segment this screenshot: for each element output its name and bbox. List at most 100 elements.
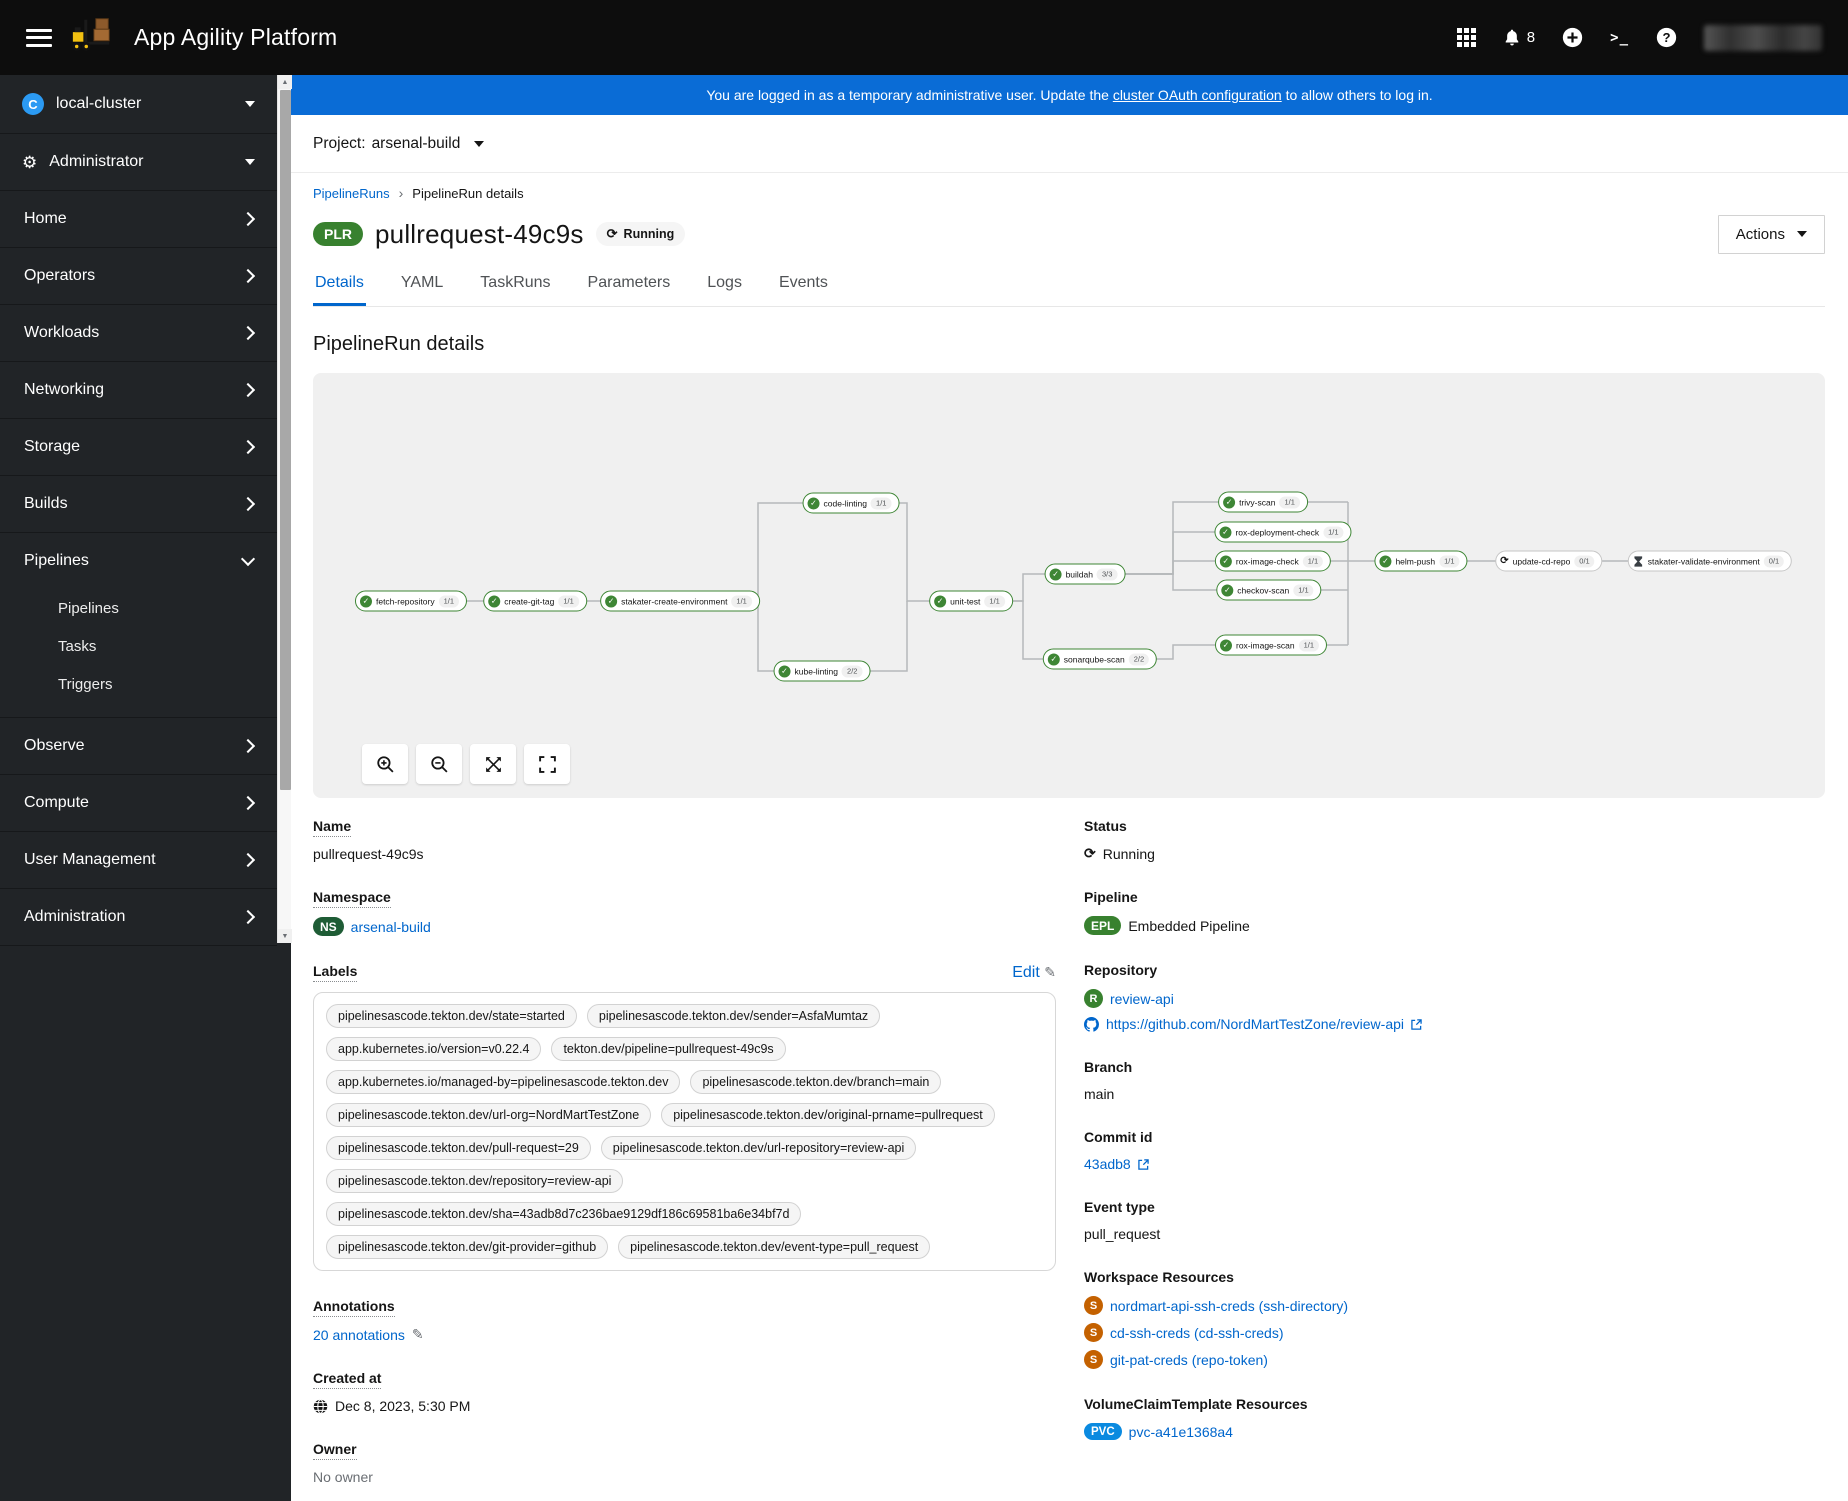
web-terminal-icon[interactable]: >_ — [1610, 30, 1629, 46]
oauth-config-link[interactable]: cluster OAuth configuration — [1113, 87, 1282, 103]
sidebar-item-compute[interactable]: Compute — [0, 775, 277, 831]
gear-icon: ⚙ — [22, 152, 38, 172]
check-circle-icon: ✓ — [1047, 653, 1060, 665]
zoom-out-button[interactable] — [416, 744, 462, 784]
quick-create-plus-icon[interactable] — [1562, 27, 1583, 48]
namespace-link[interactable]: arsenal-build — [351, 919, 431, 935]
pipeline-node-rox-deployment-check[interactable]: ✓ rox-deployment-check 1/1 — [1214, 521, 1352, 543]
tab-parameters[interactable]: Parameters — [586, 272, 673, 306]
pipeline-node-stakater-create-environment[interactable]: ✓ stakater-create-environment 1/1 — [600, 590, 760, 612]
pipeline-node-create-git-tag[interactable]: ✓ create-git-tag 1/1 — [483, 590, 587, 612]
tab-events[interactable]: Events — [777, 272, 830, 306]
fit-to-screen-button[interactable] — [470, 744, 516, 784]
task-name: sonarqube-scan — [1063, 654, 1125, 664]
sidebar-item-builds[interactable]: Builds — [0, 476, 277, 532]
scroll-up-icon[interactable]: ▲ — [278, 75, 292, 89]
label-chip: pipelinesascode.tekton.dev/repository=re… — [326, 1169, 624, 1193]
sidebar-item-home[interactable]: Home — [0, 191, 277, 247]
task-step-count: 1/1 — [558, 595, 579, 607]
task-step-count: 1/1 — [438, 595, 460, 607]
repository-url-link[interactable]: https://github.com/NordMartTestZone/revi… — [1106, 1016, 1404, 1032]
pipeline-node-checkov-scan[interactable]: ✓ checkov-scan 1/1 — [1216, 579, 1322, 601]
label-chip: pipelinesascode.tekton.dev/url-org=NordM… — [326, 1103, 652, 1127]
workspace-resource-link[interactable]: git-pat-creds (repo-token) — [1110, 1352, 1268, 1368]
pipeline-node-rox-image-scan[interactable]: ✓ rox-image-scan 1/1 — [1214, 634, 1328, 656]
secret-badge: S — [1084, 1323, 1103, 1342]
chevron-down-icon — [474, 140, 485, 147]
task-step-count: 1/1 — [1323, 526, 1344, 538]
workspace-resource-link[interactable]: nordmart-api-ssh-creds (ssh-directory) — [1110, 1298, 1348, 1314]
pipeline-node-code-linting[interactable]: ✓ code-linting 1/1 — [802, 492, 900, 514]
sidebar-item-observe[interactable]: Observe — [0, 718, 277, 774]
hamburger-menu-icon[interactable] — [26, 28, 52, 47]
sidebar-subitem-pipelines[interactable]: Pipelines — [0, 589, 277, 627]
perspective-switcher[interactable]: ⚙ Administrator — [0, 134, 277, 191]
pipeline-node-helm-push[interactable]: ✓ helm-push 1/1 — [1374, 550, 1468, 572]
pipeline-node-kube-linting[interactable]: ✓ kube-linting 2/2 — [773, 660, 871, 682]
tab-yaml[interactable]: YAML — [399, 272, 445, 306]
user-menu[interactable] — [1704, 24, 1822, 51]
task-step-count: 2/2 — [1128, 653, 1150, 665]
pipeline-node-stakater-validate-environment[interactable]: stakater-validate-environment 0/1 — [1627, 550, 1793, 572]
reset-view-button[interactable] — [524, 744, 570, 784]
sidebar-item-workloads[interactable]: Workloads — [0, 305, 277, 361]
sidebar-item-user-management[interactable]: User Management — [0, 832, 277, 888]
actions-dropdown-button[interactable]: Actions — [1717, 214, 1825, 254]
sidebar-subitem-triggers[interactable]: Triggers — [0, 665, 277, 703]
tab-details[interactable]: Details — [313, 272, 366, 306]
workspace-resource-link[interactable]: cd-ssh-creds (cd-ssh-creds) — [1110, 1325, 1283, 1341]
chevron-right-icon — [240, 268, 256, 284]
breadcrumb-item-pipelineruns[interactable]: PipelineRuns — [313, 186, 390, 201]
annotations-link[interactable]: 20 annotations — [313, 1327, 405, 1343]
chevron-right-icon — [240, 496, 256, 512]
name-label: Name — [313, 818, 352, 837]
status-label: Status — [1084, 818, 1127, 834]
pipeline-node-trivy-scan[interactable]: ✓ trivy-scan 1/1 — [1218, 491, 1308, 513]
sidebar-scrollbar[interactable]: ▲ ▼ — [277, 75, 292, 943]
check-circle-icon: ✓ — [605, 595, 618, 607]
help-icon[interactable]: ? — [1656, 27, 1677, 48]
project-selector[interactable]: Project: arsenal-build — [291, 115, 1848, 173]
section-title: PipelineRun details — [313, 333, 485, 355]
label-chip: pipelinesascode.tekton.dev/sha=43adb8d7c… — [326, 1202, 802, 1226]
check-circle-icon: ✓ — [1049, 568, 1062, 580]
pipeline-node-sonarqube-scan[interactable]: ✓ sonarqube-scan 2/2 — [1042, 648, 1158, 670]
check-circle-icon: ✓ — [1379, 555, 1392, 567]
pipeline-value: Embedded Pipeline — [1128, 917, 1250, 934]
task-name: update-cd-repo — [1512, 556, 1571, 566]
sidebar-item-administration[interactable]: Administration — [0, 889, 277, 945]
app-launcher-icon[interactable] — [1456, 28, 1476, 47]
label-chip: pipelinesascode.tekton.dev/pull-request=… — [326, 1136, 591, 1160]
tab-logs[interactable]: Logs — [705, 272, 744, 306]
scrollbar-thumb[interactable] — [279, 90, 291, 790]
repository-link[interactable]: review-api — [1110, 991, 1174, 1007]
zoom-in-button[interactable] — [362, 744, 408, 784]
tab-taskruns[interactable]: TaskRuns — [478, 272, 552, 306]
sidebar-item-label: Administration — [24, 908, 126, 925]
pipeline-node-buildah[interactable]: ✓ buildah 3/3 — [1044, 563, 1126, 585]
pipeline-node-unit-test[interactable]: ✓ unit-test 1/1 — [929, 590, 1013, 612]
task-step-count: 1/1 — [871, 497, 892, 509]
pipeline-node-fetch-repository[interactable]: ✓ fetch-repository 1/1 — [354, 590, 468, 612]
sidebar-item-storage[interactable]: Storage — [0, 419, 277, 475]
pipeline-node-update-cd-repo[interactable]: ⟳ update-cd-repo 0/1 — [1495, 550, 1603, 572]
cluster-selector[interactable]: C local-cluster — [0, 75, 277, 134]
task-name: rox-deployment-check — [1235, 527, 1320, 537]
resource-kind-badge: PLR — [313, 222, 363, 246]
pvc-link[interactable]: pvc-a41e1368a4 — [1129, 1424, 1233, 1440]
scroll-down-icon[interactable]: ▼ — [278, 929, 292, 943]
edit-labels-link[interactable]: Edit — [1012, 964, 1040, 981]
chevron-right-icon — [240, 795, 256, 811]
notifications-bell-icon[interactable]: 8 — [1503, 28, 1535, 47]
sidebar-item-networking[interactable]: Networking — [0, 362, 277, 418]
pipeline-node-rox-image-check[interactable]: ✓ rox-image-check 1/1 — [1214, 550, 1332, 572]
sidebar-item-operators[interactable]: Operators — [0, 248, 277, 304]
chevron-right-icon — [240, 211, 256, 227]
sidebar-subitem-tasks[interactable]: Tasks — [0, 627, 277, 665]
cluster-label: local-cluster — [56, 95, 142, 112]
sidebar-item-pipelines[interactable]: Pipelines — [0, 533, 277, 589]
task-name: stakater-create-environment — [621, 596, 728, 606]
commit-link[interactable]: 43adb8 — [1084, 1156, 1131, 1172]
notification-count: 8 — [1526, 29, 1536, 46]
task-step-count: 0/1 — [1574, 555, 1595, 567]
